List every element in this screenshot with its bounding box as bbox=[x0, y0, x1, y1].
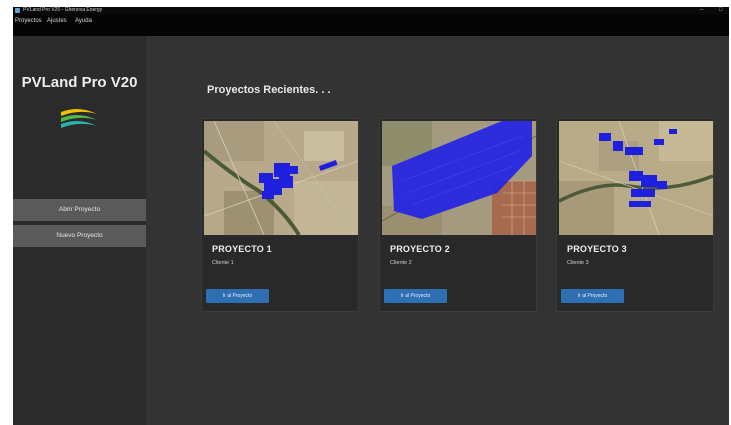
project-client: Cliente 1 bbox=[212, 260, 234, 266]
project-3-thumbnail bbox=[559, 121, 713, 235]
open-project-button[interactable]: Abrir Proyecto bbox=[13, 199, 146, 221]
project-client: Cliente 3 bbox=[567, 260, 589, 266]
project-card-2: PROYECTO 2 Cliente 2 Ir al Proyecto bbox=[379, 118, 537, 312]
brand-title: PVLand Pro V20 bbox=[21, 74, 138, 91]
window-title: PVLand Pro V20 - Ghenova Energy bbox=[23, 7, 103, 13]
project-card-3: PROYECTO 3 Cliente 3 Ir al Proyecto bbox=[556, 118, 714, 312]
project-2-thumbnail bbox=[382, 121, 536, 235]
maximize-button[interactable]: □ bbox=[719, 7, 723, 14]
go-to-project-button[interactable]: Ir al Proyecto bbox=[206, 289, 269, 303]
menu-ajustes[interactable]: Ajustes bbox=[47, 18, 67, 24]
app-window: PVLand Pro V20 - Ghenova Energy – □ Proy… bbox=[13, 7, 729, 425]
menu-proyectos[interactable]: Proyectos bbox=[15, 18, 42, 24]
project-card-1: PROYECTO 1 Cliente 1 Ir al Proyecto bbox=[201, 118, 359, 312]
project-1-thumbnail bbox=[204, 121, 358, 235]
main-panel: Proyectos Recientes. . . PROYECTO 1 Clie… bbox=[146, 36, 729, 425]
new-project-button[interactable]: Nuevo Proyecto bbox=[13, 225, 146, 247]
sidebar: PVLand Pro V20 Abrir Proyecto Nuevo Proy… bbox=[13, 36, 146, 425]
go-to-project-button[interactable]: Ir al Proyecto bbox=[561, 289, 624, 303]
go-to-project-button[interactable]: Ir al Proyecto bbox=[384, 289, 447, 303]
logo-icon bbox=[61, 108, 97, 128]
menu-bar: Proyectos Ajustes Ayuda bbox=[13, 14, 729, 36]
app-icon bbox=[15, 8, 20, 13]
project-title: PROYECTO 2 bbox=[390, 244, 450, 254]
project-title: PROYECTO 3 bbox=[567, 244, 627, 254]
project-client: Cliente 2 bbox=[390, 260, 412, 266]
recent-projects-heading: Proyectos Recientes. . . bbox=[207, 84, 331, 96]
menu-ayuda[interactable]: Ayuda bbox=[75, 18, 92, 24]
title-bar: PVLand Pro V20 - Ghenova Energy – □ bbox=[13, 7, 729, 14]
project-title: PROYECTO 1 bbox=[212, 244, 272, 254]
minimize-button[interactable]: – bbox=[700, 7, 703, 14]
